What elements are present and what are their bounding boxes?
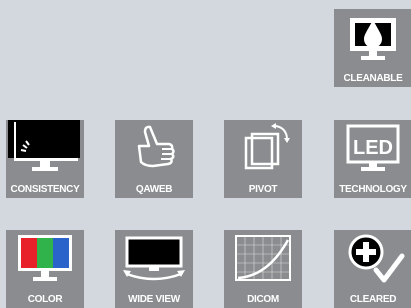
led-label: TECHNOLOGY	[339, 184, 407, 195]
thumbs-up-icon	[137, 125, 175, 168]
qaweb-label: QAWEB	[135, 184, 173, 195]
wide-angle-monitor-icon	[123, 236, 185, 281]
dicom-curve-icon	[235, 235, 291, 281]
monitor-calibration-icon	[8, 120, 80, 171]
wideview-label: WIDE VIEW	[128, 294, 180, 305]
cleared-tile: CLEARED	[334, 230, 411, 308]
pivot-label: PIVOT	[248, 184, 278, 195]
dicom-label: DICOM	[247, 294, 279, 305]
rgb-monitor-icon	[18, 235, 72, 281]
water-drop-monitor-icon	[350, 18, 396, 60]
led-monitor-icon: LED	[346, 124, 400, 171]
cleared-label: CLEARED	[349, 294, 397, 305]
qaweb-tile: QAWEB	[115, 120, 193, 198]
consistency-label: CONSISTENCY	[10, 184, 80, 195]
cleanable-tile: CLEANABLE	[334, 9, 411, 87]
led-tile: LED TECHNOLOGY	[334, 120, 411, 198]
consistency-tile: CONSISTENCY	[6, 120, 84, 198]
medical-cross-check-icon	[348, 234, 405, 283]
wideview-tile: WIDE VIEW	[115, 230, 193, 308]
pivot-tile: PIVOT	[224, 120, 302, 198]
dicom-tile: DICOM	[224, 230, 302, 308]
color-label: COLOR	[27, 294, 63, 305]
cleanable-label: CLEANABLE	[343, 73, 403, 84]
color-tile: COLOR	[6, 230, 84, 308]
rotate-screen-icon	[244, 123, 290, 170]
led-text: LED	[353, 137, 393, 159]
